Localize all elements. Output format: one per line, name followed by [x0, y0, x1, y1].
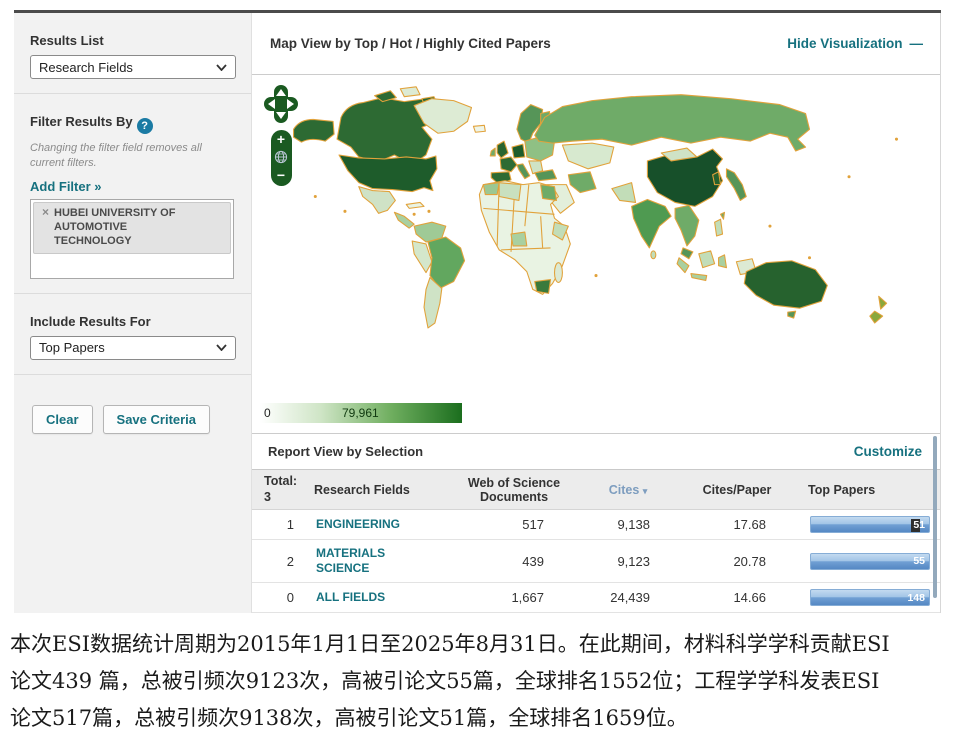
column-header-cites-per-paper: Cites/Paper — [678, 479, 796, 501]
sidebar: Results List Research Fields Filter Resu… — [14, 13, 252, 613]
remove-filter-icon[interactable]: × — [42, 206, 49, 249]
report-header: Report View by Selection Customize — [252, 434, 940, 469]
save-criteria-button[interactable]: Save Criteria — [103, 405, 211, 434]
cites-value: 9,123 — [578, 548, 678, 575]
top-papers-bar[interactable]: 148 — [810, 589, 930, 606]
results-list-selected-value: Research Fields — [39, 60, 133, 75]
top-papers-value: 148 — [907, 592, 925, 604]
legend-min-value: 0 — [264, 406, 271, 420]
documents-value: 439 — [450, 548, 578, 575]
table-row: 1 ENGINEERING 517 9,138 17.68 51 — [252, 510, 940, 540]
table-header-row: Total: 3 Research Fields Web of Science … — [252, 469, 940, 510]
column-header-research-fields: Research Fields — [308, 479, 450, 501]
field-link[interactable]: ENGINEERING — [308, 511, 450, 538]
zoom-control[interactable]: + − — [271, 130, 292, 186]
summary-line: 论文517篇，总被引频次9138次，高被引论文51篇，全球排名1659位。 — [10, 700, 956, 737]
summary-line: 论文439 篇，总被引频次9123次，高被引论文55篇，全球排名1552位；工程… — [10, 663, 956, 700]
map-color-legend: 0 79,961 — [260, 403, 462, 423]
filter-section: Filter Results By? Changing the filter f… — [14, 94, 251, 294]
pan-control[interactable] — [264, 85, 298, 123]
documents-value: 517 — [450, 511, 578, 538]
field-link[interactable]: ALL FIELDS — [308, 584, 450, 611]
map-area: + − 0 79,961 — [252, 75, 940, 433]
include-results-selected-value: Top Papers — [39, 340, 105, 355]
row-rank: 1 — [252, 511, 308, 538]
row-rank: 2 — [252, 548, 308, 575]
filter-title: Filter Results By? — [30, 114, 237, 134]
filter-note: Changing the filter field removes all cu… — [30, 141, 230, 171]
customize-link[interactable]: Customize — [854, 444, 922, 459]
column-header-documents: Web of Science Documents — [450, 472, 578, 508]
top-papers-value: 51 — [913, 519, 925, 531]
cites-per-paper-value: 17.68 — [678, 511, 796, 538]
filter-chip-label: HUBEI UNIVERSITY OF AUTOMOTIVE TECHNOLOG… — [54, 206, 196, 249]
clear-button[interactable]: Clear — [32, 405, 93, 434]
top-papers-value: 55 — [913, 555, 925, 567]
top-papers-bar[interactable]: 51 — [810, 516, 930, 533]
column-header-cites[interactable]: Cites ▾ — [578, 479, 678, 501]
total-count: Total: 3 — [252, 470, 308, 509]
zoom-out-icon[interactable]: − — [277, 169, 285, 181]
visualization-panel: Map View by Top / Hot / Highly Cited Pap… — [252, 13, 941, 613]
include-results-select[interactable]: Top Papers — [30, 336, 236, 360]
report-title: Report View by Selection — [268, 444, 423, 459]
table-row: 2 MATERIALS SCIENCE 439 9,123 20.78 55 — [252, 540, 940, 583]
include-results-label: Include Results For — [30, 314, 237, 329]
table-scrollbar[interactable] — [933, 436, 937, 598]
results-list-label: Results List — [30, 33, 237, 48]
row-rank: 0 — [252, 584, 308, 611]
column-header-top-papers: Top Papers — [796, 479, 934, 501]
add-filter-link[interactable]: Add Filter » — [30, 179, 237, 194]
world-map[interactable] — [256, 77, 938, 401]
cites-per-paper-value: 20.78 — [678, 548, 796, 575]
globe-icon[interactable] — [274, 150, 288, 164]
chevron-down-icon — [216, 344, 227, 351]
table-row: 0 ALL FIELDS 1,667 24,439 14.66 148 — [252, 583, 940, 613]
esi-summary-text: 本次ESI数据统计周期为2015年1月1日至2025年8月31日。在此期间，材料… — [10, 626, 956, 737]
documents-value: 1,667 — [450, 584, 578, 611]
cites-value: 9,138 — [578, 511, 678, 538]
hide-visualization-link[interactable]: Hide Visualization — — [787, 36, 922, 51]
cites-value: 24,439 — [578, 584, 678, 611]
summary-line: 本次ESI数据统计周期为2015年1月1日至2025年8月31日。在此期间，材料… — [10, 626, 956, 663]
field-link[interactable]: MATERIALS SCIENCE — [308, 540, 450, 582]
visualization-header: Map View by Top / Hot / Highly Cited Pap… — [252, 13, 940, 75]
help-icon[interactable]: ? — [137, 118, 153, 134]
results-list-select[interactable]: Research Fields — [30, 55, 236, 79]
results-list-section: Results List Research Fields — [14, 13, 251, 94]
active-filters-list: × HUBEI UNIVERSITY OF AUTOMOTIVE TECHNOL… — [30, 199, 234, 279]
zoom-in-icon[interactable]: + — [277, 133, 285, 145]
map-controls: + − — [264, 85, 298, 186]
map-view-title: Map View by Top / Hot / Highly Cited Pap… — [270, 36, 551, 51]
esi-visualization-widget: Results List Research Fields Filter Resu… — [14, 10, 941, 613]
collapse-icon: — — [910, 36, 923, 51]
actions-section: Clear Save Criteria — [14, 375, 251, 448]
cites-per-paper-value: 14.66 — [678, 584, 796, 611]
report-section: Report View by Selection Customize Total… — [252, 433, 940, 613]
filter-chip[interactable]: × HUBEI UNIVERSITY OF AUTOMOTIVE TECHNOL… — [33, 202, 231, 254]
chevron-down-icon — [216, 64, 227, 71]
legend-max-value: 79,961 — [342, 406, 379, 420]
top-papers-bar[interactable]: 55 — [810, 553, 930, 570]
sort-desc-icon: ▾ — [643, 486, 648, 496]
include-results-section: Include Results For Top Papers — [14, 294, 251, 375]
